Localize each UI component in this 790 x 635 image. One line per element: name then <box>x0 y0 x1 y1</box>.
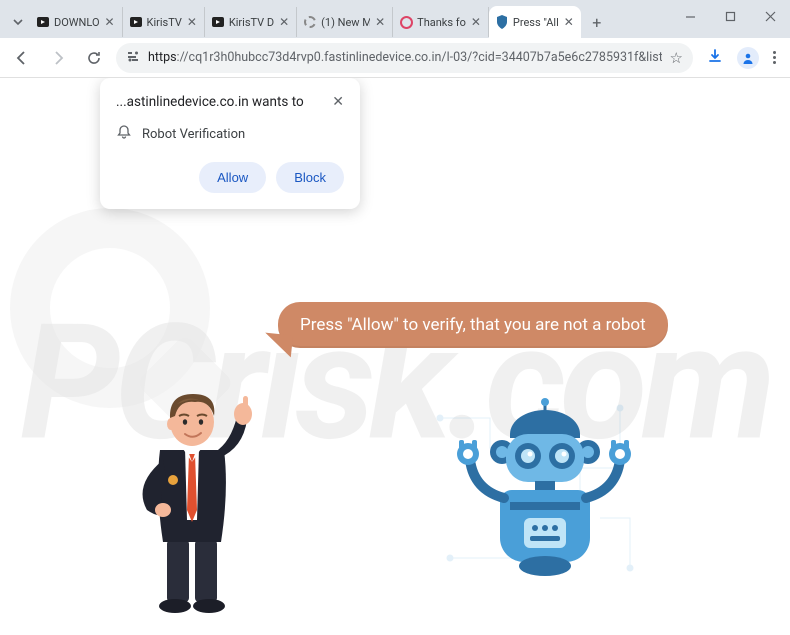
block-button[interactable]: Block <box>276 162 344 193</box>
opera-icon <box>399 15 413 29</box>
tab-title: KirisTV D <box>229 16 274 29</box>
tab-title: Thanks fo <box>417 16 466 29</box>
tab-title: DOWNLO <box>54 16 100 29</box>
site-settings-icon[interactable] <box>126 49 140 67</box>
tab-4[interactable]: Thanks fo ✕ <box>393 7 489 37</box>
permission-origin: ...astinlinedevice.co.in wants to <box>116 94 304 110</box>
tab-5-active[interactable]: Press "All ✕ <box>489 6 581 38</box>
close-window-button[interactable] <box>750 0 790 32</box>
tab-2[interactable]: KirisTV D ✕ <box>205 7 297 37</box>
reload-button[interactable] <box>80 44 108 72</box>
close-icon[interactable]: ✕ <box>186 16 198 28</box>
address-bar[interactable]: https://cq1r3h0hubcc73d4rvp0.fastinlined… <box>116 43 693 73</box>
bookmark-star-icon[interactable]: ☆ <box>670 49 683 67</box>
tab-title: KirisTV <box>147 16 182 29</box>
allow-button[interactable]: Allow <box>199 162 266 193</box>
speech-bubble: Press "Allow" to verify, that you are no… <box>278 302 668 348</box>
permission-prompt: ...astinlinedevice.co.in wants to ✕ Robo… <box>100 78 360 209</box>
tab-title: (1) New M <box>321 16 370 29</box>
close-icon[interactable]: ✕ <box>470 16 482 28</box>
new-tab-button[interactable]: + <box>585 10 609 34</box>
downloads-icon[interactable] <box>707 48 723 68</box>
youtube-icon <box>129 15 143 29</box>
robot-illustration <box>450 398 640 598</box>
youtube-icon <box>36 15 50 29</box>
tab-strip: DOWNLO ✕ KirisTV ✕ KirisTV D ✕ (1) New M… <box>6 6 670 38</box>
close-icon[interactable]: ✕ <box>374 16 386 28</box>
loading-spinner-icon <box>303 15 317 29</box>
tab-title: Press "All <box>513 16 559 29</box>
businessman-illustration <box>115 370 275 615</box>
close-icon[interactable]: ✕ <box>278 16 290 28</box>
url-scheme: https <box>148 50 177 65</box>
youtube-icon <box>211 15 225 29</box>
page-content: PCrisk.com ...astinlinedevice.co.in want… <box>0 78 790 635</box>
bell-icon <box>116 124 132 144</box>
tab-3[interactable]: (1) New M ✕ <box>297 7 393 37</box>
tab-0[interactable]: DOWNLO ✕ <box>30 7 123 37</box>
close-icon[interactable]: ✕ <box>563 16 575 28</box>
forward-button[interactable] <box>44 44 72 72</box>
minimize-button[interactable] <box>670 0 710 32</box>
maximize-button[interactable] <box>710 0 750 32</box>
url-text: https://cq1r3h0hubcc73d4rvp0.fastinlined… <box>148 50 662 65</box>
kebab-menu-icon[interactable] <box>773 51 776 64</box>
browser-titlebar: DOWNLO ✕ KirisTV ✕ KirisTV D ✕ (1) New M… <box>0 0 790 38</box>
shield-icon <box>495 15 509 29</box>
close-icon[interactable]: ✕ <box>332 94 344 110</box>
url-rest: ://cq1r3h0hubcc73d4rvp0.fastinlinedevice… <box>177 50 662 65</box>
back-button[interactable] <box>8 44 36 72</box>
permission-label: Robot Verification <box>142 127 245 142</box>
bubble-text: Press "Allow" to verify, that you are no… <box>300 315 646 335</box>
tab-search-button[interactable] <box>6 8 30 36</box>
window-controls <box>670 0 790 32</box>
tab-1[interactable]: KirisTV ✕ <box>123 7 205 37</box>
close-icon[interactable]: ✕ <box>104 16 116 28</box>
browser-toolbar: https://cq1r3h0hubcc73d4rvp0.fastinlined… <box>0 38 790 78</box>
toolbar-actions <box>701 47 782 69</box>
profile-avatar[interactable] <box>737 47 759 69</box>
